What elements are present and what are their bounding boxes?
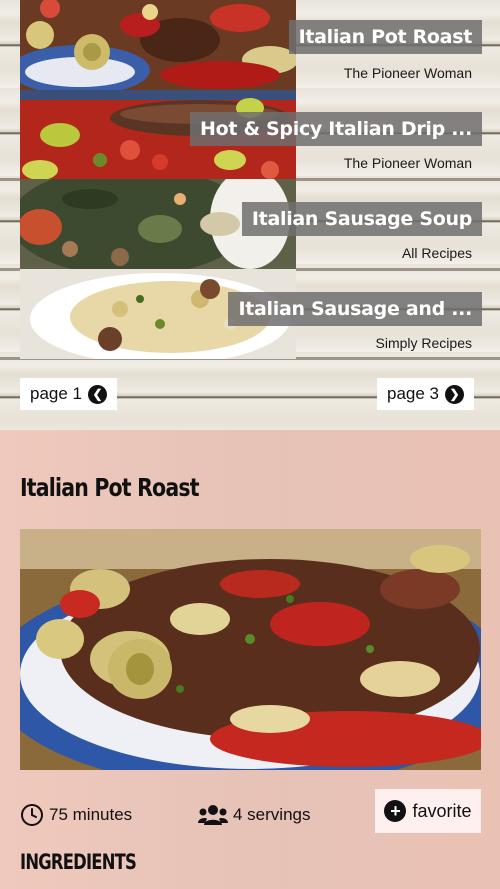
page-title: Italian Pot Roast: [20, 473, 200, 502]
cook-time-value: 75 minutes: [49, 805, 133, 824]
recipe-title[interactable]: Hot & Spicy Italian Drip ...: [190, 112, 482, 146]
recipe-thumbnail: [20, 0, 296, 90]
servings: 4 servings: [198, 800, 310, 830]
recipe-hero-image: [20, 529, 481, 770]
recipe-source: The Pioneer Woman: [343, 65, 472, 81]
prev-page-button[interactable]: page 1 ❮: [20, 378, 117, 410]
recipe-title[interactable]: Italian Sausage and ...: [228, 292, 482, 326]
plus-circle-icon: +: [384, 800, 407, 822]
chevron-right-icon: ❯: [445, 384, 464, 404]
recipe-source: All Recipes: [401, 245, 472, 261]
recipe-item-2[interactable]: Hot & Spicy Italian Drip ... The Pioneer…: [20, 90, 482, 180]
recipe-item-1[interactable]: Italian Pot Roast The Pioneer Woman: [20, 0, 482, 90]
prev-page-label: page 1: [30, 384, 82, 403]
servings-value: 4 servings: [233, 805, 311, 824]
next-page-button[interactable]: page 3 ❯: [377, 378, 474, 410]
next-page-label: page 3: [387, 384, 439, 403]
favorite-label: favorite: [412, 800, 472, 821]
favorite-button[interactable]: + favorite: [375, 789, 481, 833]
recipe-title[interactable]: Italian Sausage Soup: [241, 202, 482, 236]
recipe-source: Simply Recipes: [375, 335, 472, 351]
users-icon: [198, 805, 228, 825]
cook-time: 75 minutes: [20, 800, 132, 830]
recipe-item-3[interactable]: Italian Sausage Soup All Recipes: [20, 179, 482, 269]
recipe-source: The Pioneer Woman: [343, 155, 472, 171]
recipe-detail: Italian Pot Roast 75 minutes 4 servings …: [0, 430, 500, 889]
clock-icon: [21, 804, 43, 826]
chevron-left-icon: ❮: [88, 384, 107, 404]
ingredients-heading: INGREDIENTS: [20, 850, 137, 874]
recipe-item-4[interactable]: Italian Sausage and ... Simply Recipes: [20, 269, 482, 359]
recipe-title[interactable]: Italian Pot Roast: [288, 20, 482, 54]
